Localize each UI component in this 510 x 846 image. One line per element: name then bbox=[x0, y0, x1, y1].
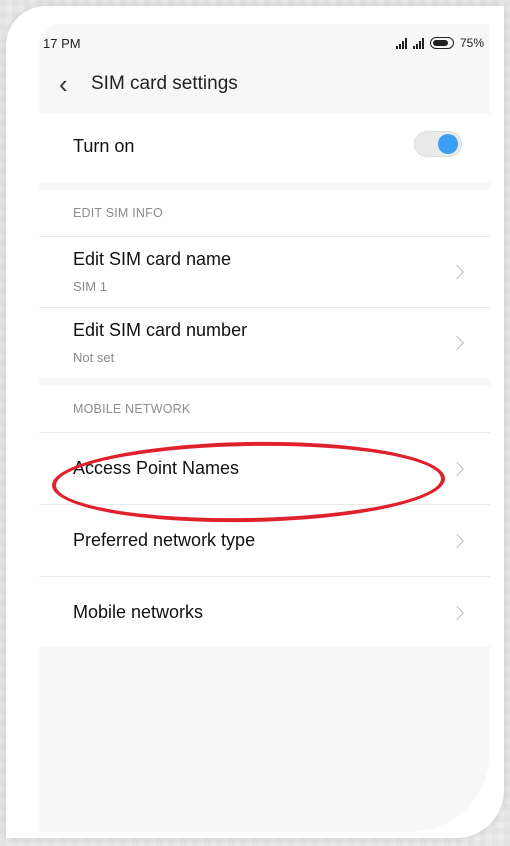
edit-sim-card-name-value: SIM 1 bbox=[73, 279, 107, 294]
screenshot-frame: 17 PM 75% ‹ SIM card settings Turn on ED… bbox=[6, 6, 504, 838]
signal-icon bbox=[395, 37, 407, 49]
mobile-networks-row[interactable]: Mobile networks bbox=[39, 577, 490, 648]
chevron-right-icon bbox=[449, 264, 465, 280]
header: ‹ SIM card settings bbox=[39, 64, 490, 104]
signal-icon bbox=[412, 37, 424, 49]
edit-sim-card-name-label: Edit SIM card name bbox=[73, 249, 232, 269]
edit-sim-info-section: EDIT SIM INFO Edit SIM card name SIM 1 E… bbox=[39, 190, 490, 378]
turn-on-label: Turn on bbox=[73, 136, 135, 156]
edit-sim-card-number-label: Edit SIM card number bbox=[73, 320, 248, 340]
edit-sim-info-heading: EDIT SIM INFO bbox=[73, 206, 163, 220]
status-bar: 17 PM 75% bbox=[39, 24, 490, 60]
edit-sim-card-name-row[interactable]: Edit SIM card name SIM 1 bbox=[39, 237, 490, 308]
turn-on-section: Turn on bbox=[39, 114, 490, 182]
status-time: 17 PM bbox=[43, 36, 81, 51]
chevron-left-icon[interactable]: ‹ bbox=[59, 71, 77, 97]
page-title: SIM card settings bbox=[91, 73, 238, 94]
mobile-network-heading: MOBILE NETWORK bbox=[73, 402, 191, 416]
battery-percent: 75% bbox=[459, 36, 484, 50]
chevron-right-icon bbox=[449, 335, 465, 351]
mobile-networks-label: Mobile networks bbox=[73, 602, 204, 622]
turn-on-toggle[interactable] bbox=[414, 131, 462, 157]
chevron-right-icon bbox=[449, 461, 465, 477]
section-header: EDIT SIM INFO bbox=[39, 190, 490, 237]
edit-sim-card-number-value: Not set bbox=[73, 350, 115, 365]
chevron-right-icon bbox=[449, 605, 465, 621]
toggle-knob bbox=[438, 134, 458, 154]
phone-screen: 17 PM 75% ‹ SIM card settings Turn on ED… bbox=[39, 24, 490, 832]
section-header: MOBILE NETWORK bbox=[39, 386, 490, 433]
edit-sim-card-number-row[interactable]: Edit SIM card number Not set bbox=[39, 308, 490, 378]
preferred-network-type-label: Preferred network type bbox=[73, 530, 256, 550]
turn-on-row[interactable]: Turn on bbox=[39, 114, 490, 182]
status-icons: 75% bbox=[395, 36, 484, 50]
chevron-right-icon bbox=[449, 533, 465, 549]
battery-icon bbox=[429, 37, 454, 49]
